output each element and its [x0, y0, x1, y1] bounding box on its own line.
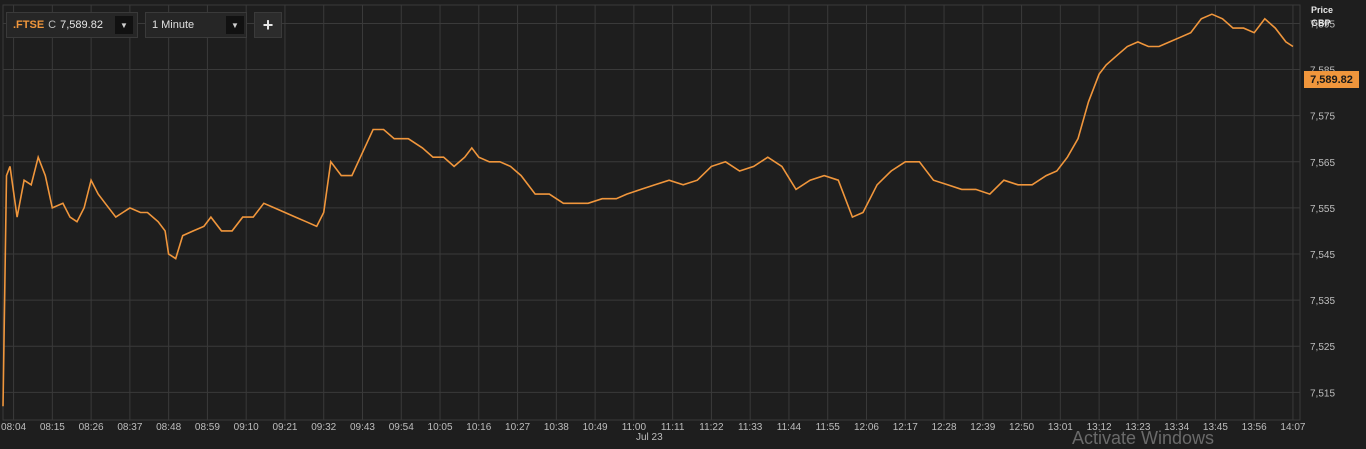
last-price-tag: 7,589.82 [1304, 71, 1359, 88]
x-tick-label: 09:32 [311, 422, 336, 433]
x-tick-label: 11:22 [699, 422, 724, 433]
chevron-down-icon[interactable]: ▼ [114, 16, 133, 34]
x-tick-label: 10:49 [583, 422, 608, 433]
x-tick-label: 10:16 [466, 422, 491, 433]
x-tick-label: 09:43 [350, 422, 375, 433]
x-tick-label: 08:59 [195, 422, 220, 433]
y-tick-label: 7,515 [1310, 388, 1335, 399]
x-tick-label: 13:01 [1048, 422, 1073, 433]
y-tick-label: 7,565 [1310, 158, 1335, 169]
price-axis-header: Price GBP [1311, 4, 1333, 30]
symbol-selector[interactable]: .FTSE C 7,589.82 ▼ [6, 12, 138, 38]
y-tick-label: 7,525 [1310, 342, 1335, 353]
y-tick-label: 7,535 [1310, 296, 1335, 307]
x-tick-label: 11:11 [661, 422, 685, 433]
y-tick-label: 7,545 [1310, 250, 1335, 261]
x-tick-label: 11:33 [738, 422, 763, 433]
symbol-last-price: 7,589.82 [60, 19, 103, 31]
price-axis-title: Price [1311, 5, 1334, 15]
chevron-down-icon[interactable]: ▼ [225, 16, 244, 34]
y-tick-label: 7,555 [1310, 204, 1335, 215]
interval-label: 1 Minute [151, 19, 195, 31]
chart-toolbar: .FTSE C 7,589.82 ▼ 1 Minute ▼ + [6, 12, 282, 38]
x-tick-label: 10:38 [544, 422, 569, 433]
symbol-label: .FTSE [13, 19, 45, 31]
x-tick-label: 08:37 [117, 422, 142, 433]
x-tick-label: 08:15 [40, 422, 65, 433]
x-tick-label: 12:50 [1009, 422, 1034, 433]
x-tick-label: 11:55 [816, 422, 841, 433]
add-icon[interactable]: + [253, 12, 282, 38]
activate-windows-watermark: Activate Windows [1072, 428, 1215, 448]
x-tick-label: 08:26 [79, 422, 104, 433]
x-tick-label: 12:06 [854, 422, 879, 433]
y-tick-label: 7,575 [1310, 112, 1335, 123]
x-tick-label: 09:54 [389, 422, 414, 433]
x-tick-label: 08:04 [1, 422, 26, 433]
x-tick-label: 12:39 [970, 422, 995, 433]
x-tick-label: 12:28 [932, 422, 957, 433]
x-tick-label: 09:21 [272, 422, 297, 433]
date-label: Jul 23 [636, 432, 663, 443]
x-tick-label: 10:05 [428, 422, 453, 433]
price-axis-currency: GBP [1311, 18, 1331, 28]
x-tick-label: 11:44 [777, 422, 802, 433]
interval-selector[interactable]: 1 Minute ▼ [144, 12, 247, 38]
close-flag: C [48, 19, 57, 31]
x-tick-label: 09:10 [234, 422, 259, 433]
plot-frame [2, 4, 1301, 421]
x-tick-label: 13:56 [1242, 422, 1267, 433]
x-tick-label: 14:07 [1280, 422, 1305, 433]
x-tick-label: 12:17 [893, 422, 918, 433]
x-tick-label: 10:27 [505, 422, 530, 433]
x-tick-label: 08:48 [156, 422, 181, 433]
price-chart[interactable]: 7,5157,5257,5357,5457,5557,5657,5757,585… [0, 0, 1366, 447]
chart-grid [2, 4, 1301, 421]
